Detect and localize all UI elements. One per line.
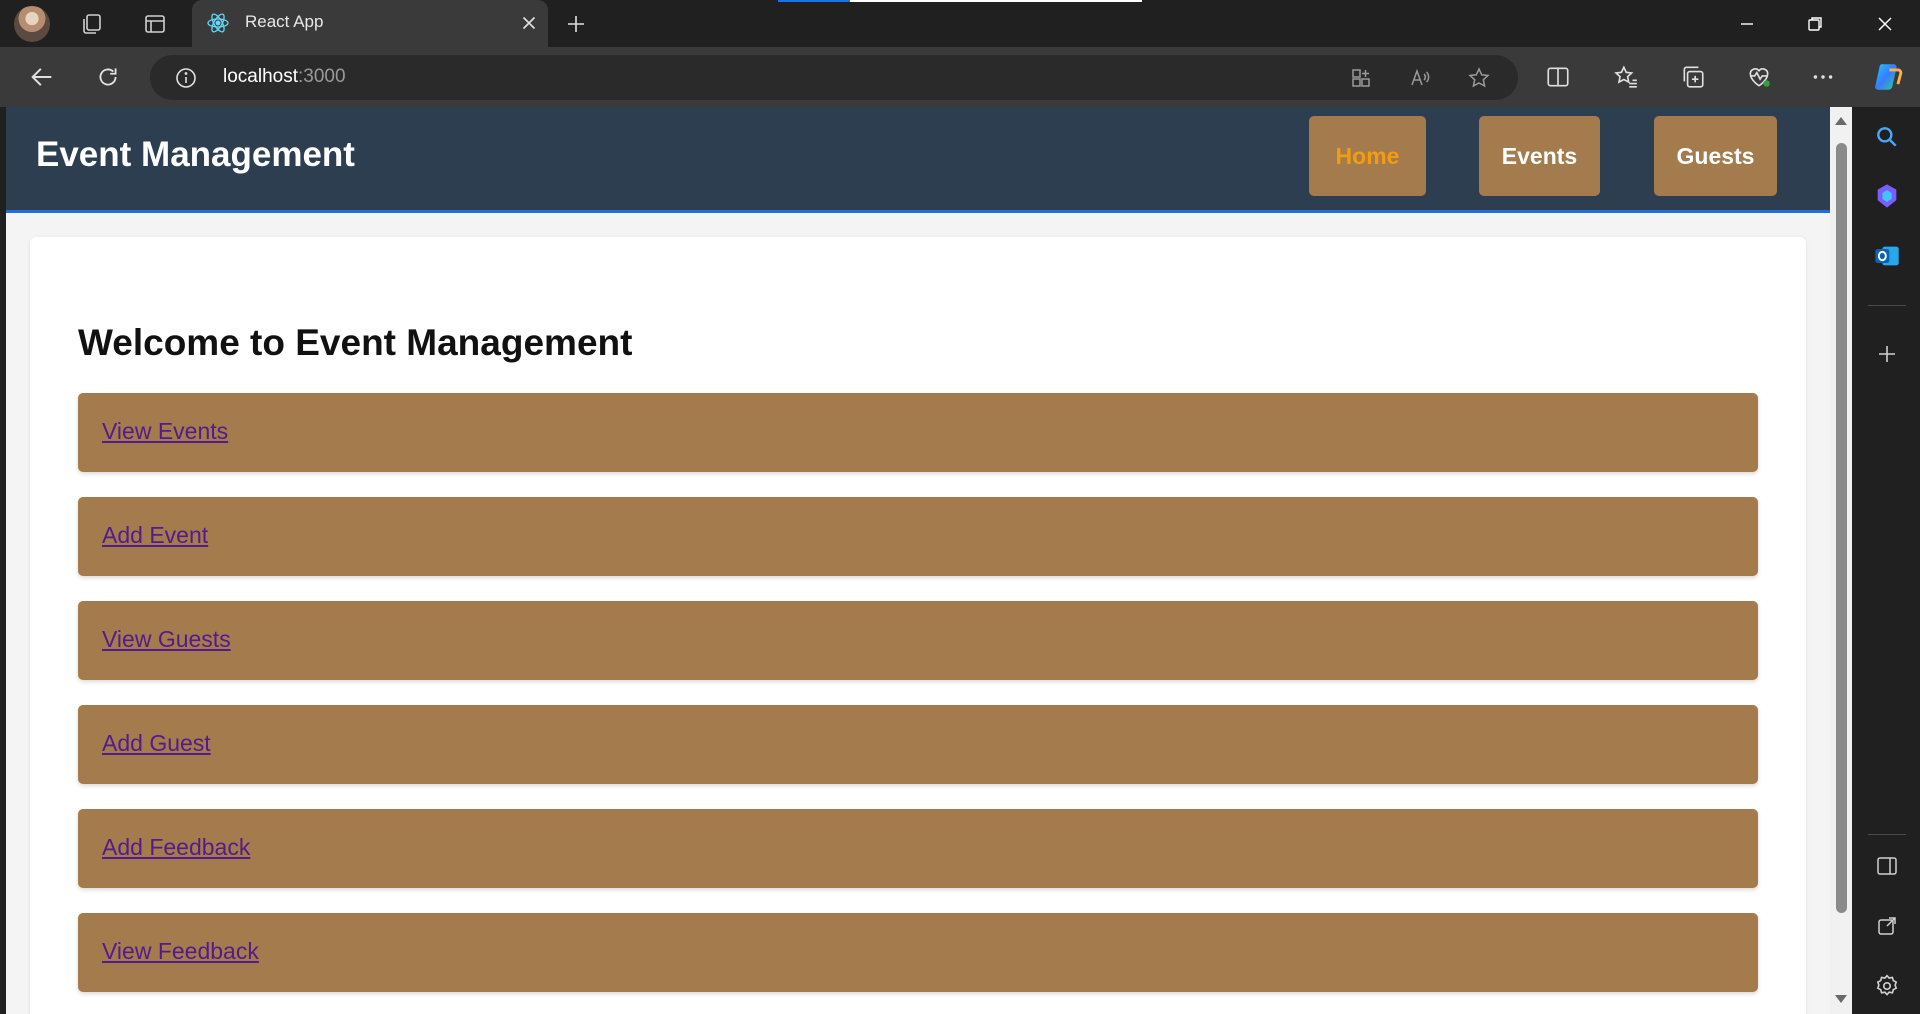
read-aloud-icon[interactable] — [1408, 66, 1432, 94]
sidebar-divider — [1868, 305, 1906, 306]
back-icon[interactable] — [27, 62, 57, 92]
scrollbar-thumb[interactable] — [1836, 143, 1847, 913]
link-card-view-feedback: View Feedback — [78, 913, 1758, 992]
close-window-icon[interactable] — [1873, 12, 1897, 36]
app-title: Event Management — [36, 135, 355, 174]
copilot-icon[interactable] — [1871, 60, 1905, 94]
nav-home-button[interactable]: Home — [1309, 116, 1426, 196]
page-viewport: Event Management Home Events Guests Welc… — [6, 107, 1830, 1014]
collections-icon[interactable] — [1678, 62, 1708, 92]
link-card-view-guests: View Guests — [78, 601, 1758, 680]
url-host: localhost — [223, 66, 298, 87]
outlook-icon[interactable] — [1872, 241, 1902, 271]
favorites-icon[interactable] — [1611, 62, 1641, 92]
more-icon[interactable] — [1808, 62, 1838, 92]
url-text[interactable]: localhost:3000 — [223, 66, 346, 88]
link-card-view-events: View Events — [78, 393, 1758, 472]
tab-title: React App — [245, 12, 324, 31]
copilot-sidebar-icon[interactable] — [1872, 181, 1902, 211]
profile-avatar[interactable] — [14, 6, 50, 42]
react-icon — [206, 11, 230, 39]
tab-actions-icon[interactable] — [143, 12, 167, 36]
site-info-icon[interactable] — [174, 66, 198, 94]
address-bar[interactable]: localhost:3000 — [150, 55, 1518, 100]
tab-react-app[interactable]: React App — [192, 0, 548, 47]
link-card-add-event: Add Event — [78, 497, 1758, 576]
settings-icon[interactable] — [1872, 971, 1902, 1001]
view-events-link[interactable]: View Events — [102, 418, 228, 445]
edge-sidebar — [1852, 107, 1920, 1014]
vertical-scrollbar[interactable] — [1830, 107, 1852, 1014]
refresh-icon[interactable] — [93, 62, 123, 92]
app-header: Event Management Home Events Guests — [6, 107, 1830, 213]
scroll-up-arrow-icon[interactable] — [1835, 117, 1847, 125]
browser-essentials-icon[interactable] — [1744, 62, 1774, 92]
url-port: :3000 — [298, 66, 346, 87]
browser-tab-bar: React App — [0, 0, 1920, 47]
add-event-link[interactable]: Add Event — [102, 522, 208, 549]
close-tab-icon[interactable] — [518, 12, 540, 38]
search-icon[interactable] — [1872, 122, 1902, 152]
view-feedback-link[interactable]: View Feedback — [102, 938, 259, 965]
favorite-star-icon[interactable] — [1467, 66, 1491, 94]
workspaces-icon[interactable] — [80, 12, 104, 36]
browser-toolbar: localhost:3000 — [0, 47, 1920, 107]
restore-icon[interactable] — [1803, 12, 1827, 36]
open-external-icon[interactable] — [1872, 911, 1902, 941]
page-loading-bar — [778, 0, 1142, 2]
scroll-down-arrow-icon[interactable] — [1835, 995, 1847, 1003]
minimize-icon[interactable] — [1735, 12, 1759, 36]
new-tab-icon[interactable] — [564, 12, 588, 36]
welcome-heading: Welcome to Event Management — [78, 322, 633, 363]
view-guests-link[interactable]: View Guests — [102, 626, 231, 653]
split-screen-icon[interactable] — [1543, 62, 1573, 92]
add-icon[interactable] — [1872, 339, 1902, 369]
link-card-add-guest: Add Guest — [78, 705, 1758, 784]
link-card-add-feedback: Add Feedback — [78, 809, 1758, 888]
app-available-icon[interactable] — [1349, 66, 1373, 94]
add-feedback-link[interactable]: Add Feedback — [102, 834, 250, 861]
sidebar-toggle-icon[interactable] — [1872, 851, 1902, 881]
nav-guests-button[interactable]: Guests — [1654, 116, 1777, 196]
add-guest-link[interactable]: Add Guest — [102, 730, 211, 757]
content-card: Welcome to Event Management View Events … — [30, 237, 1806, 1014]
nav-events-button[interactable]: Events — [1479, 116, 1600, 196]
sidebar-divider — [1868, 834, 1906, 835]
